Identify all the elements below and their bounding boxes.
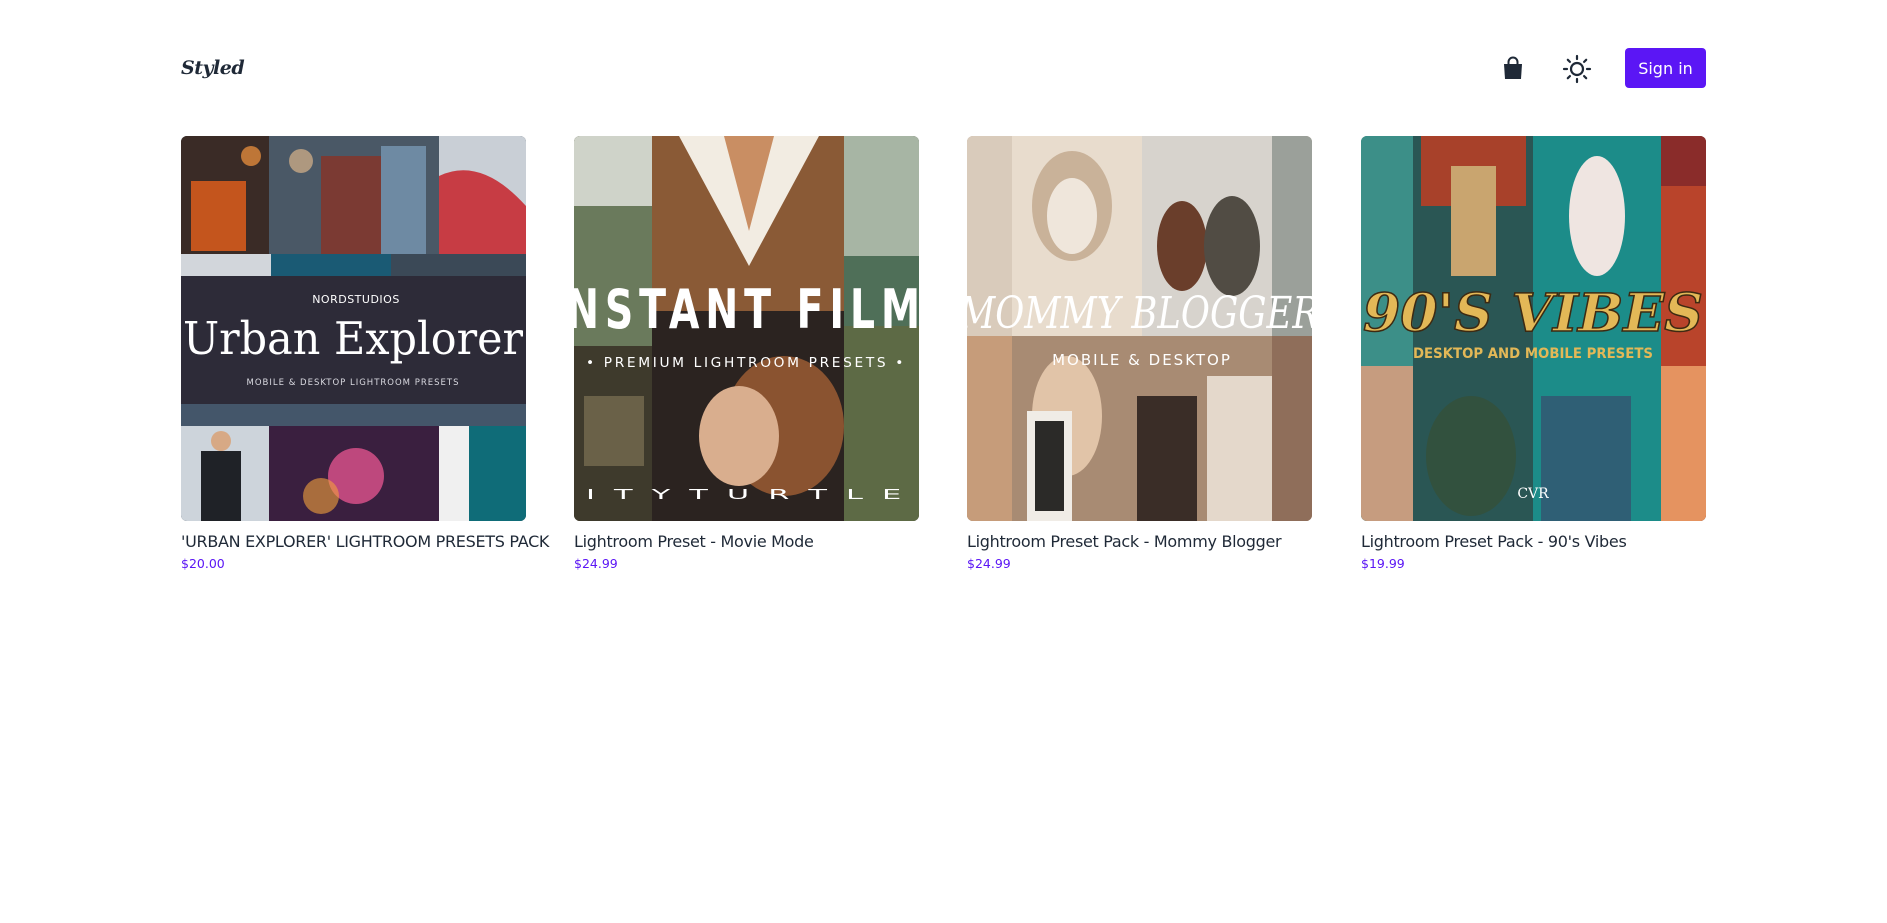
product-image[interactable]: NORDSTUDIOS Urban Explorer MOBILE & DESK… [181, 136, 526, 521]
shopping-bag-icon[interactable] [1500, 55, 1526, 81]
product-image[interactable]: 90'S VIBES DESKTOP AND MOBILE PRESETS CV… [1361, 136, 1706, 521]
image-mark-text: CVR [1517, 486, 1549, 502]
product-grid: NORDSTUDIOS Urban Explorer MOBILE & DESK… [181, 136, 1706, 586]
image-headline-text: Urban Explorer [183, 312, 523, 365]
site-header: Styled Sign in [181, 48, 1706, 88]
product-price: $19.99 [1361, 556, 1405, 571]
product-title[interactable]: Lightroom Preset Pack - Mommy Blogger [967, 532, 1282, 551]
image-footer-text: I T Y T U R T L E [586, 488, 906, 503]
product-card[interactable]: NSTANT FILM • PREMIUM LIGHTROOM PRESETS … [574, 136, 919, 586]
product-title[interactable]: 'URBAN EXPLORER' LIGHTROOM PRESETS PACK [181, 532, 549, 551]
product-price: $24.99 [574, 556, 618, 571]
product-title[interactable]: Lightroom Preset - Movie Mode [574, 532, 814, 551]
image-subtitle-text: MOBILE & DESKTOP [1052, 351, 1232, 369]
image-subtitle-text: DESKTOP AND MOBILE PRESETS [1413, 346, 1653, 362]
site-logo[interactable]: Styled [181, 57, 245, 79]
image-headline-text: 90'S VIBES [1363, 283, 1703, 344]
product-title[interactable]: Lightroom Preset Pack - 90's Vibes [1361, 532, 1627, 551]
sign-in-button[interactable]: Sign in [1625, 48, 1706, 88]
image-headline-text: MOMMY BLOGGER [967, 288, 1312, 339]
image-brand-text: NORDSTUDIOS [312, 293, 400, 306]
product-price: $24.99 [967, 556, 1011, 571]
sun-icon[interactable] [1562, 54, 1592, 84]
image-headline-text: NSTANT FILM [574, 278, 919, 341]
product-card[interactable]: NORDSTUDIOS Urban Explorer MOBILE & DESK… [181, 136, 549, 586]
product-price: $20.00 [181, 556, 225, 571]
image-subtitle-text: MOBILE & DESKTOP LIGHTROOM PRESETS [247, 378, 460, 388]
product-image[interactable]: NSTANT FILM • PREMIUM LIGHTROOM PRESETS … [574, 136, 919, 521]
image-subtitle-text: • PREMIUM LIGHTROOM PRESETS • [586, 356, 906, 371]
product-card[interactable]: 90'S VIBES DESKTOP AND MOBILE PRESETS CV… [1361, 136, 1706, 586]
product-image[interactable]: MOMMY BLOGGER MOBILE & DESKTOP [967, 136, 1312, 521]
product-card[interactable]: MOMMY BLOGGER MOBILE & DESKTOP Lightroom… [967, 136, 1312, 586]
